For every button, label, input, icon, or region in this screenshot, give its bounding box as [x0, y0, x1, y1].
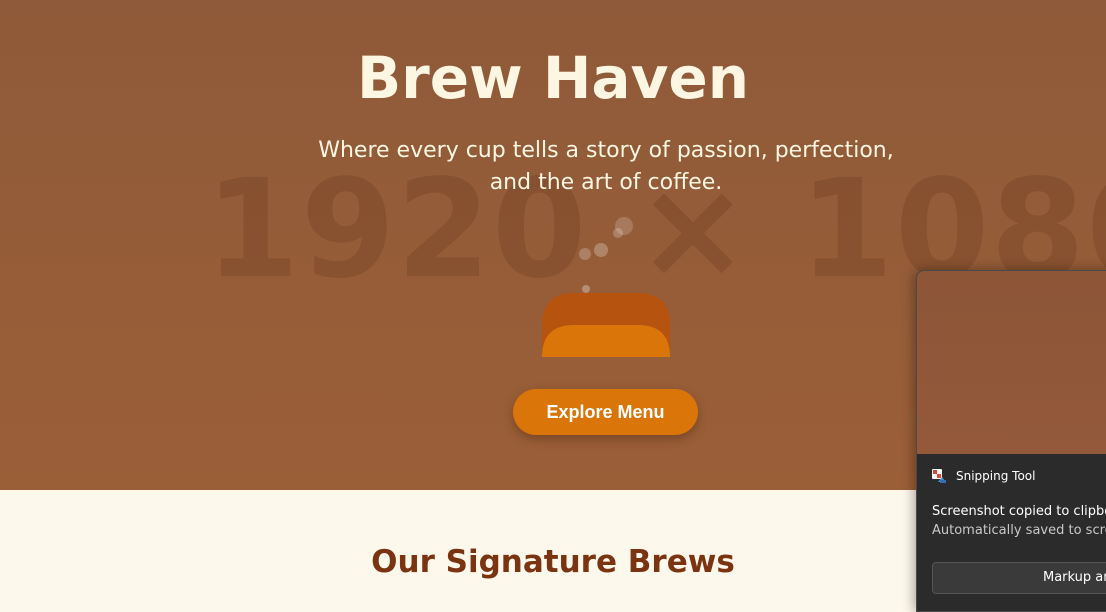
snipping-tool-notification[interactable]: Snipping Tool Screenshot copied to clipb… [916, 270, 1106, 612]
screenshot-preview-thumbnail[interactable] [917, 271, 1106, 454]
snipping-tool-icon [932, 469, 946, 483]
steam-bubble [582, 285, 590, 293]
markup-and-share-button[interactable]: Markup an [932, 562, 1106, 594]
coffee-cup-steam-icon [542, 217, 670, 357]
steam-bubble [579, 248, 591, 260]
cup-front [542, 325, 670, 357]
notification-detail: Automatically saved to scree [932, 523, 1106, 538]
notification-app-name: Snipping Tool [956, 469, 1036, 483]
hero-title: Brew Haven [356, 44, 750, 112]
steam-bubble [594, 243, 608, 257]
explore-menu-button[interactable]: Explore Menu [513, 389, 698, 435]
notification-message: Screenshot copied to clipboa [932, 504, 1106, 519]
steam-bubble [613, 228, 623, 238]
hero-subtitle: Where every cup tells a story of passion… [318, 138, 894, 195]
notification-header: Snipping Tool [931, 467, 1035, 485]
